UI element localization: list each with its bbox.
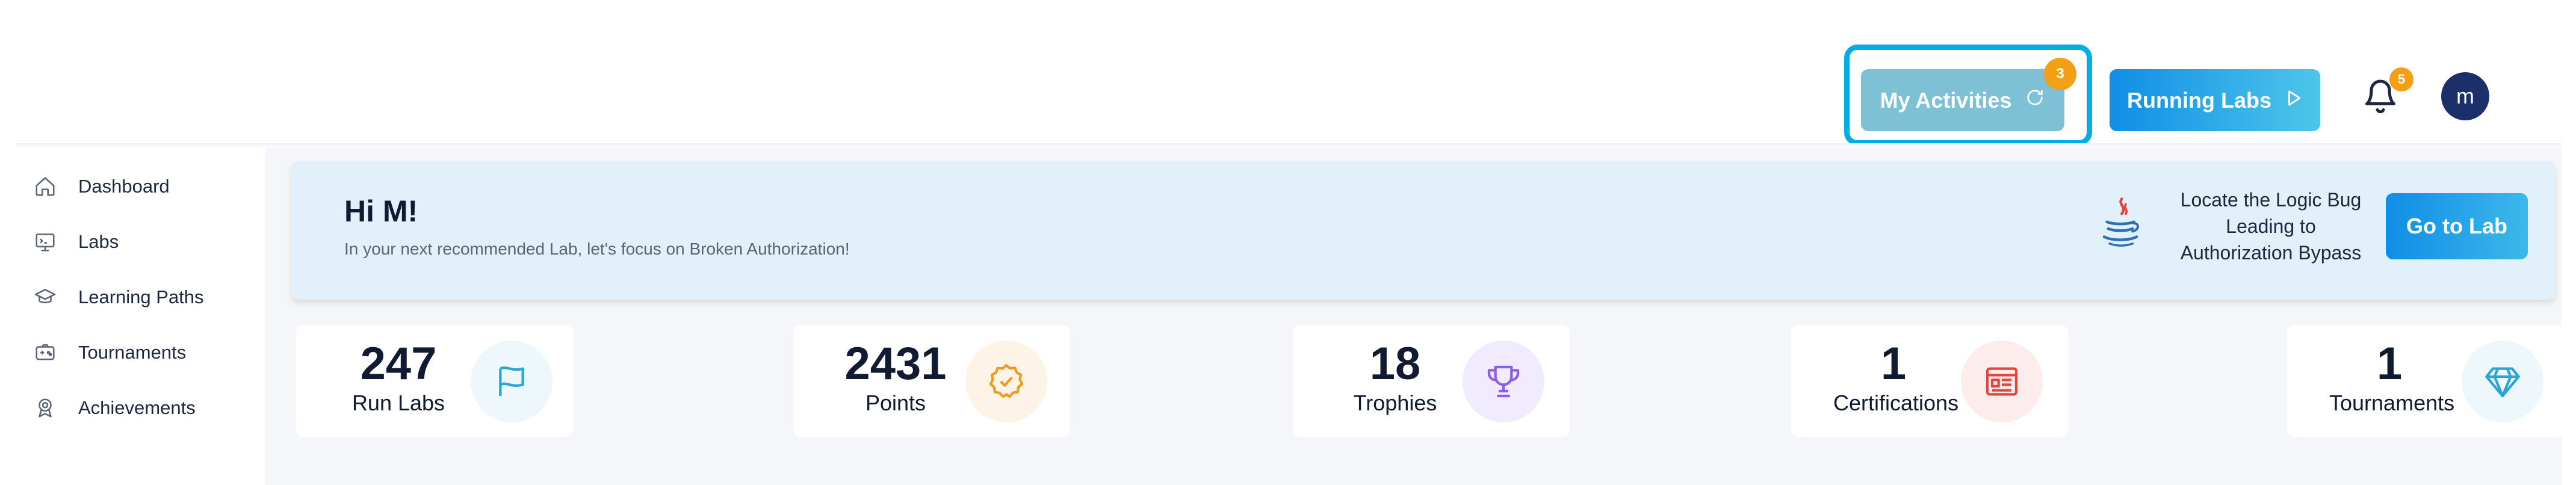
java-icon xyxy=(2098,196,2143,250)
trophy-icon xyxy=(1463,341,1544,422)
my-activities-label: My Activities xyxy=(1880,87,2012,113)
home-icon xyxy=(36,177,55,196)
medal-icon xyxy=(39,398,52,418)
graduation-cap-icon xyxy=(34,289,56,303)
monitor-icon xyxy=(36,233,55,252)
sidebar-item-label: Learning Paths xyxy=(78,286,204,307)
activities-count-badge: 3 xyxy=(2044,58,2076,90)
stat-label: Tournaments xyxy=(2329,391,2455,415)
sidebar-item-label: Labs xyxy=(78,231,119,252)
sidebar-item-label: Dashboard xyxy=(78,176,170,197)
stat-value: 247 xyxy=(360,338,437,389)
my-activities-button[interactable]: My Activities xyxy=(1861,69,2064,131)
stat-value: 2431 xyxy=(844,338,947,389)
sidebar-item-labs[interactable]: Labs xyxy=(34,224,119,260)
recommendation-subtitle: In your next recommended Lab, let's focu… xyxy=(344,239,850,258)
refresh-icon xyxy=(2025,87,2045,113)
sidebar-item-label: Tournaments xyxy=(78,342,187,363)
gamepad-icon xyxy=(36,344,55,360)
sidebar-item-dashboard[interactable]: Dashboard xyxy=(34,168,170,205)
stat-value: 1 xyxy=(2376,338,2403,389)
sidebar-item-learning-paths[interactable]: Learning Paths xyxy=(34,279,204,315)
stat-value: 1 xyxy=(1880,338,1907,389)
play-icon xyxy=(2285,88,2303,113)
sidebar-item-tournaments[interactable]: Tournaments xyxy=(34,335,186,371)
avatar[interactable]: m xyxy=(2441,72,2489,120)
app-root: My Activities 3 Running Labs 5 m Dashboa… xyxy=(0,0,2576,485)
flag-icon xyxy=(471,341,553,422)
stat-label: Run Labs xyxy=(351,391,445,415)
top-bar: My Activities 3 Running Labs 5 m xyxy=(0,0,2576,146)
stat-label: Points xyxy=(865,391,926,415)
diamond-icon xyxy=(2462,341,2543,422)
stat-card-tournaments: 1 Tournaments xyxy=(2287,325,2564,437)
badge-check-icon xyxy=(965,341,1047,422)
stat-card-trophies: 18 Trophies xyxy=(1293,325,1570,437)
stat-card-points: 2431 Points xyxy=(793,325,1070,437)
stat-label: Trophies xyxy=(1353,391,1437,415)
stat-card-run-labs: 247 Run Labs xyxy=(296,325,573,437)
running-labs-label: Running Labs xyxy=(2127,87,2271,113)
stat-card-certifications: 1 Certifications xyxy=(1791,325,2068,437)
stat-value: 18 xyxy=(1369,338,1421,389)
stat-label: Certifications xyxy=(1833,391,1959,415)
sidebar-item-achievements[interactable]: Achievements xyxy=(34,390,196,426)
certificate-icon xyxy=(1961,341,2043,422)
notification-count-badge: 5 xyxy=(2389,67,2413,91)
topbar-divider xyxy=(16,143,2562,148)
sidebar-item-label: Achievements xyxy=(78,397,196,418)
running-labs-button[interactable]: Running Labs xyxy=(2110,69,2320,131)
recommended-lab-title: Locate the Logic Bug Leading to Authoriz… xyxy=(2180,189,2362,264)
greeting-heading: Hi M! xyxy=(344,194,418,228)
go-to-lab-button[interactable]: Go to Lab xyxy=(2386,193,2528,259)
